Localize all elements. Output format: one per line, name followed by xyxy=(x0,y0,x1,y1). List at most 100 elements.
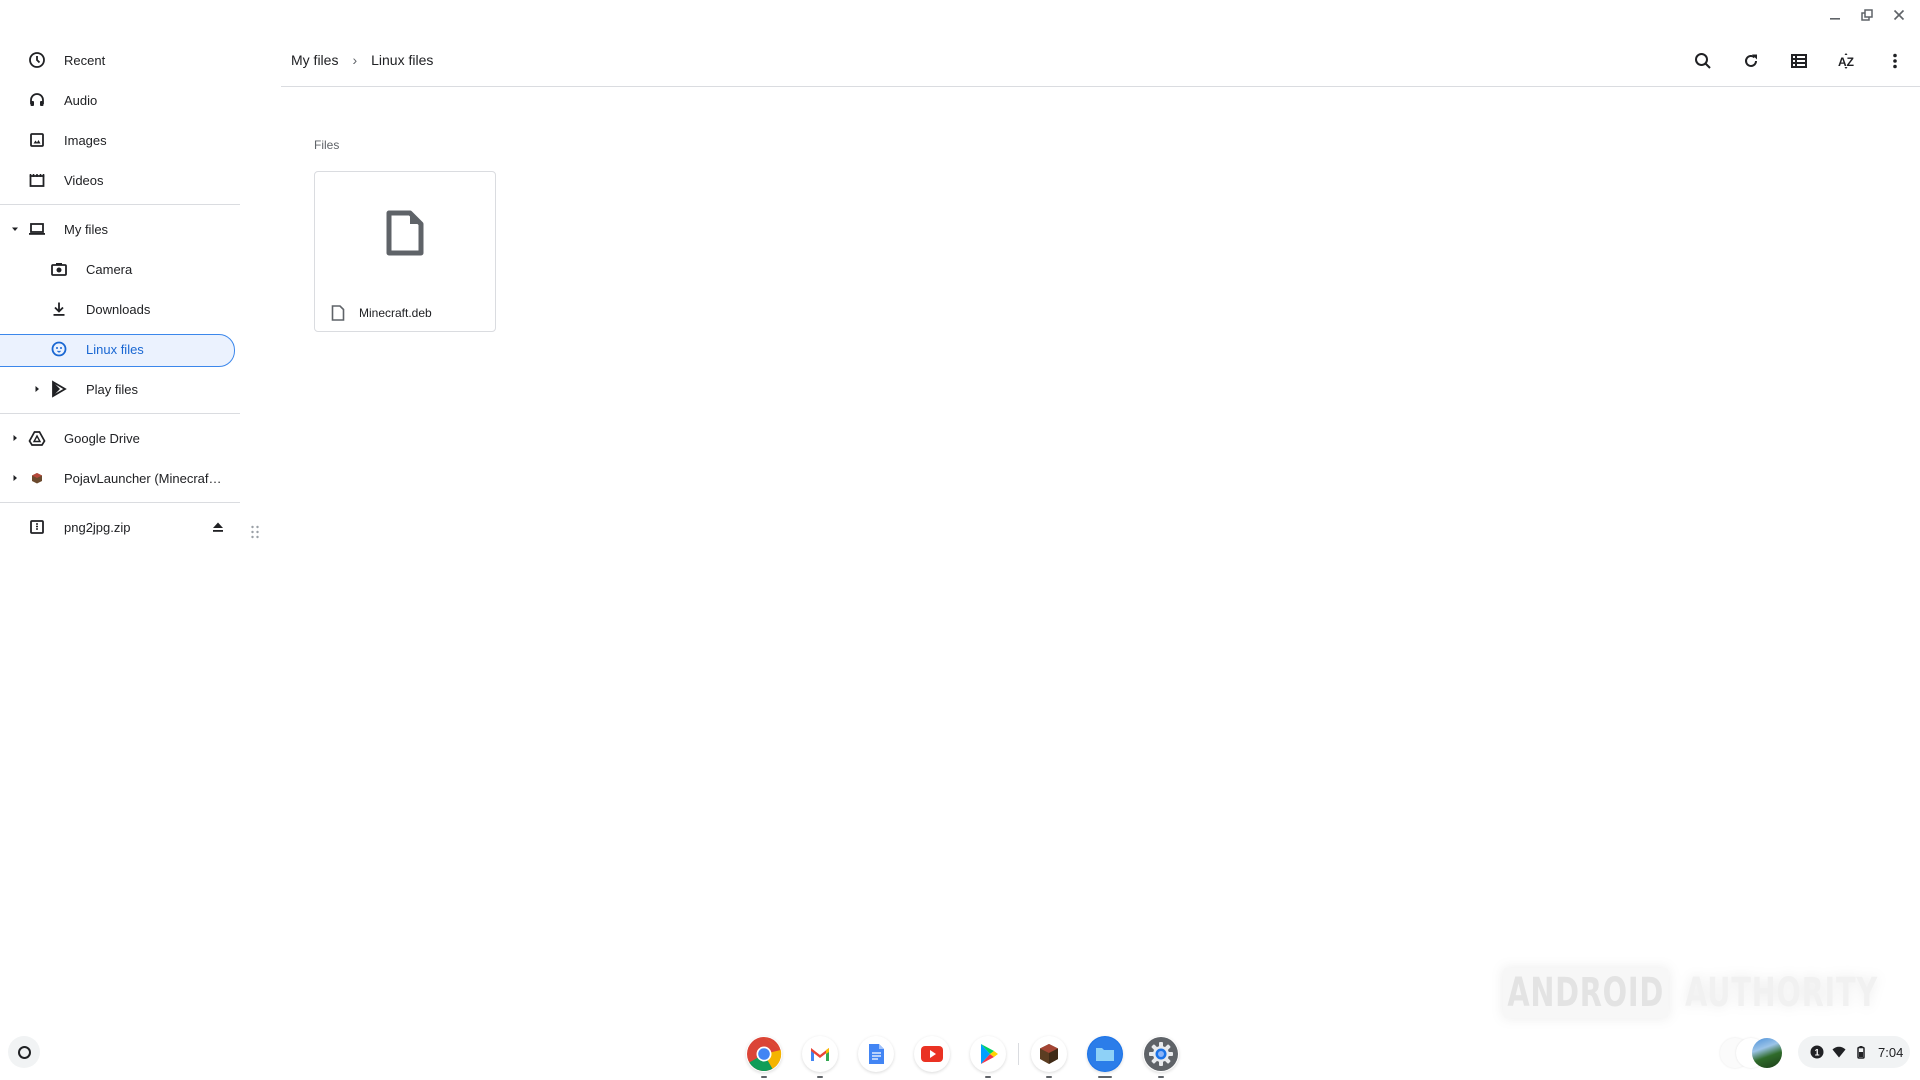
shelf-app-settings[interactable] xyxy=(1143,1036,1179,1078)
docs-icon xyxy=(859,1037,893,1071)
holding-space[interactable] xyxy=(1720,1038,1786,1068)
file-icon xyxy=(331,305,345,321)
watermark-right: AUTHORITY xyxy=(1684,970,1878,1016)
youtube-icon xyxy=(915,1037,949,1071)
running-indicator xyxy=(817,1076,823,1078)
file-name: Minecraft.deb xyxy=(359,306,432,320)
shelf-apps xyxy=(746,1036,1179,1078)
sidebar-item-png2jpg-zip[interactable]: png2jpg.zip xyxy=(0,507,240,547)
clock: 7:04 xyxy=(1878,1044,1904,1060)
shelf-app-play-store[interactable] xyxy=(970,1036,1006,1078)
restore-button[interactable] xyxy=(1858,6,1876,24)
headphones-icon xyxy=(28,91,46,109)
running-indicator xyxy=(985,1076,991,1078)
gmail-icon xyxy=(803,1037,837,1071)
shelf-app-minecraft[interactable] xyxy=(1031,1036,1067,1078)
sidebar-item-label: Camera xyxy=(86,261,133,277)
refresh-button[interactable] xyxy=(1738,48,1764,74)
sort-az-icon: AZ xyxy=(1838,53,1854,69)
toolbar: AZ xyxy=(1690,48,1908,74)
close-icon xyxy=(1893,9,1905,21)
sidebar-item-images[interactable]: Images xyxy=(0,120,240,160)
chevron-down-icon[interactable] xyxy=(10,224,20,234)
sidebar-item-recent[interactable]: Recent xyxy=(0,40,240,80)
sidebar-item-label: png2jpg.zip xyxy=(64,519,131,535)
shelf-app-youtube[interactable] xyxy=(914,1036,950,1072)
list-view-button[interactable] xyxy=(1786,48,1812,74)
sidebar-divider xyxy=(0,204,240,205)
sort-button[interactable]: AZ xyxy=(1834,48,1860,74)
more-vert-icon xyxy=(1893,53,1897,69)
camera-icon xyxy=(50,260,68,278)
sidebar-item-label: Play files xyxy=(86,381,139,397)
eject-icon[interactable] xyxy=(210,519,226,535)
minimize-button[interactable] xyxy=(1826,6,1844,24)
svg-text:1: 1 xyxy=(1814,1048,1819,1058)
notification-badge-icon: 1 xyxy=(1810,1045,1824,1059)
sidebar-resize-handle[interactable] xyxy=(250,524,260,540)
linux-icon xyxy=(50,340,68,358)
pojavlauncher-icon xyxy=(28,469,46,487)
play-store-app-icon xyxy=(971,1037,1005,1071)
drag-handle-icon xyxy=(251,525,259,539)
sidebar-item-label: Images xyxy=(64,132,107,148)
file-list: Files Minecraft.deb xyxy=(314,138,496,332)
files-app-icon xyxy=(1088,1037,1122,1071)
sidebar: Recent Audio Images Videos My files Came… xyxy=(0,40,240,547)
laptop-icon xyxy=(28,220,46,238)
sidebar-item-play-files[interactable]: Play files xyxy=(0,369,240,409)
sidebar-item-linux-files[interactable]: Linux files xyxy=(0,329,240,369)
sidebar-item-label: Recent xyxy=(64,52,106,68)
battery-icon xyxy=(1857,1046,1865,1059)
shelf-app-docs[interactable] xyxy=(858,1036,894,1072)
chrome-icon xyxy=(747,1037,782,1071)
section-label: Files xyxy=(314,138,340,152)
sidebar-divider xyxy=(0,502,240,503)
sidebar-item-camera[interactable]: Camera xyxy=(0,249,240,289)
window-controls xyxy=(1826,6,1908,24)
chevron-right-icon[interactable] xyxy=(10,473,20,483)
shelf-app-files[interactable] xyxy=(1087,1036,1123,1078)
sidebar-item-pojavlauncher[interactable]: PojavLauncher (Minecraf… xyxy=(0,458,240,498)
launcher-button[interactable] xyxy=(8,1036,40,1068)
running-indicator xyxy=(1046,1076,1052,1078)
file-item[interactable]: Minecraft.deb xyxy=(314,171,496,332)
more-options-button[interactable] xyxy=(1882,48,1908,74)
sidebar-item-google-drive[interactable]: Google Drive xyxy=(0,418,240,458)
sidebar-item-label: Google Drive xyxy=(64,430,140,446)
clock-icon xyxy=(28,51,46,69)
sidebar-item-downloads[interactable]: Downloads xyxy=(0,289,240,329)
watermark: ANDROID AUTHORITY xyxy=(1503,968,1920,1018)
sidebar-item-videos[interactable]: Videos xyxy=(0,160,240,200)
refresh-icon xyxy=(1745,54,1757,67)
breadcrumb: My files › Linux files xyxy=(291,52,433,68)
status-tray[interactable]: 1 7:04 xyxy=(1798,1036,1910,1068)
breadcrumb-linux-files[interactable]: Linux files xyxy=(371,52,433,68)
close-button[interactable] xyxy=(1890,6,1908,24)
search-icon xyxy=(1695,53,1711,69)
search-button[interactable] xyxy=(1690,48,1716,74)
minimize-icon xyxy=(1830,18,1840,20)
svg-text:AZ: AZ xyxy=(1838,55,1854,69)
image-icon xyxy=(28,131,46,149)
holding-space-thumbnail xyxy=(1752,1038,1782,1068)
chevron-right-icon[interactable] xyxy=(32,384,42,394)
sidebar-item-audio[interactable]: Audio xyxy=(0,80,240,120)
breadcrumb-my-files[interactable]: My files xyxy=(291,52,338,68)
header: My files › Linux files AZ xyxy=(281,40,1920,87)
restore-icon xyxy=(1861,9,1873,21)
archive-icon xyxy=(28,518,46,536)
file-thumbnail-icon xyxy=(386,210,424,256)
sidebar-divider xyxy=(0,413,240,414)
active-indicator xyxy=(1098,1076,1112,1078)
shelf: 1 7:04 xyxy=(0,1024,1920,1080)
chevron-right-icon[interactable] xyxy=(10,433,20,443)
running-indicator xyxy=(761,1076,767,1078)
sidebar-item-label: PojavLauncher (Minecraf… xyxy=(64,470,222,486)
shelf-app-gmail[interactable] xyxy=(802,1036,838,1078)
settings-icon xyxy=(1144,1037,1178,1071)
shelf-app-chrome[interactable] xyxy=(746,1036,782,1078)
minecraft-icon xyxy=(1032,1037,1066,1071)
sidebar-item-my-files[interactable]: My files xyxy=(0,209,240,249)
play-store-icon xyxy=(50,380,68,398)
